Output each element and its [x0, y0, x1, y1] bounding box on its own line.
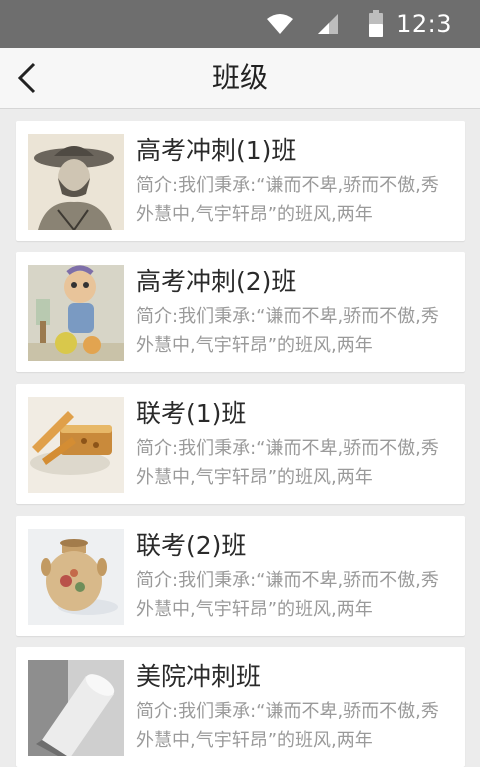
- class-title: 联考(1)班: [136, 399, 247, 428]
- class-title: 联考(2)班: [136, 531, 247, 560]
- class-title: 高考冲刺(1)班: [136, 136, 297, 165]
- status-time: 12:3: [396, 10, 452, 38]
- class-card[interactable]: 美院冲刺班 简介:我们秉承:“谦而不卑,骄而不傲,秀外慧中,气宇轩昂”的班风,两…: [16, 647, 465, 767]
- class-description: 简介:我们秉承:“谦而不卑,骄而不傲,秀外慧中,气宇轩昂”的班风,两年: [136, 438, 439, 488]
- class-card[interactable]: 高考冲刺(1)班 简介:我们秉承:“谦而不卑,骄而不傲,秀外慧中,气宇轩昂”的班…: [16, 121, 465, 241]
- class-description: 简介:我们秉承:“谦而不卑,骄而不傲,秀外慧中,气宇轩昂”的班风,两年: [136, 701, 439, 751]
- class-card[interactable]: 联考(2)班 简介:我们秉承:“谦而不卑,骄而不傲,秀外慧中,气宇轩昂”的班风,…: [16, 516, 465, 636]
- status-bar: 12:3: [0, 0, 480, 48]
- class-card[interactable]: 高考冲刺(2)班 简介:我们秉承:“谦而不卑,骄而不傲,秀外慧中,气宇轩昂”的班…: [16, 252, 465, 372]
- class-thumbnail: [28, 265, 124, 361]
- class-description: 简介:我们秉承:“谦而不卑,骄而不傲,秀外慧中,气宇轩昂”的班风,两年: [136, 175, 439, 225]
- class-title: 美院冲刺班: [136, 662, 262, 691]
- class-description: 简介:我们秉承:“谦而不卑,骄而不傲,秀外慧中,气宇轩昂”的班风,两年: [136, 570, 439, 620]
- title-bar: 班级: [0, 48, 480, 109]
- class-card[interactable]: 联考(1)班 简介:我们秉承:“谦而不卑,骄而不傲,秀外慧中,气宇轩昂”的班风,…: [16, 384, 465, 504]
- class-description: 简介:我们秉承:“谦而不卑,骄而不傲,秀外慧中,气宇轩昂”的班风,两年: [136, 306, 439, 356]
- class-thumbnail: [28, 529, 124, 625]
- class-title: 高考冲刺(2)班: [136, 267, 297, 296]
- signal-icon: [316, 12, 340, 40]
- wifi-icon: [266, 12, 294, 40]
- class-thumbnail: [28, 134, 124, 230]
- class-thumbnail: [28, 397, 124, 493]
- class-thumbnail: [28, 660, 124, 756]
- page-title: 班级: [211, 61, 268, 94]
- battery-icon: [368, 10, 384, 42]
